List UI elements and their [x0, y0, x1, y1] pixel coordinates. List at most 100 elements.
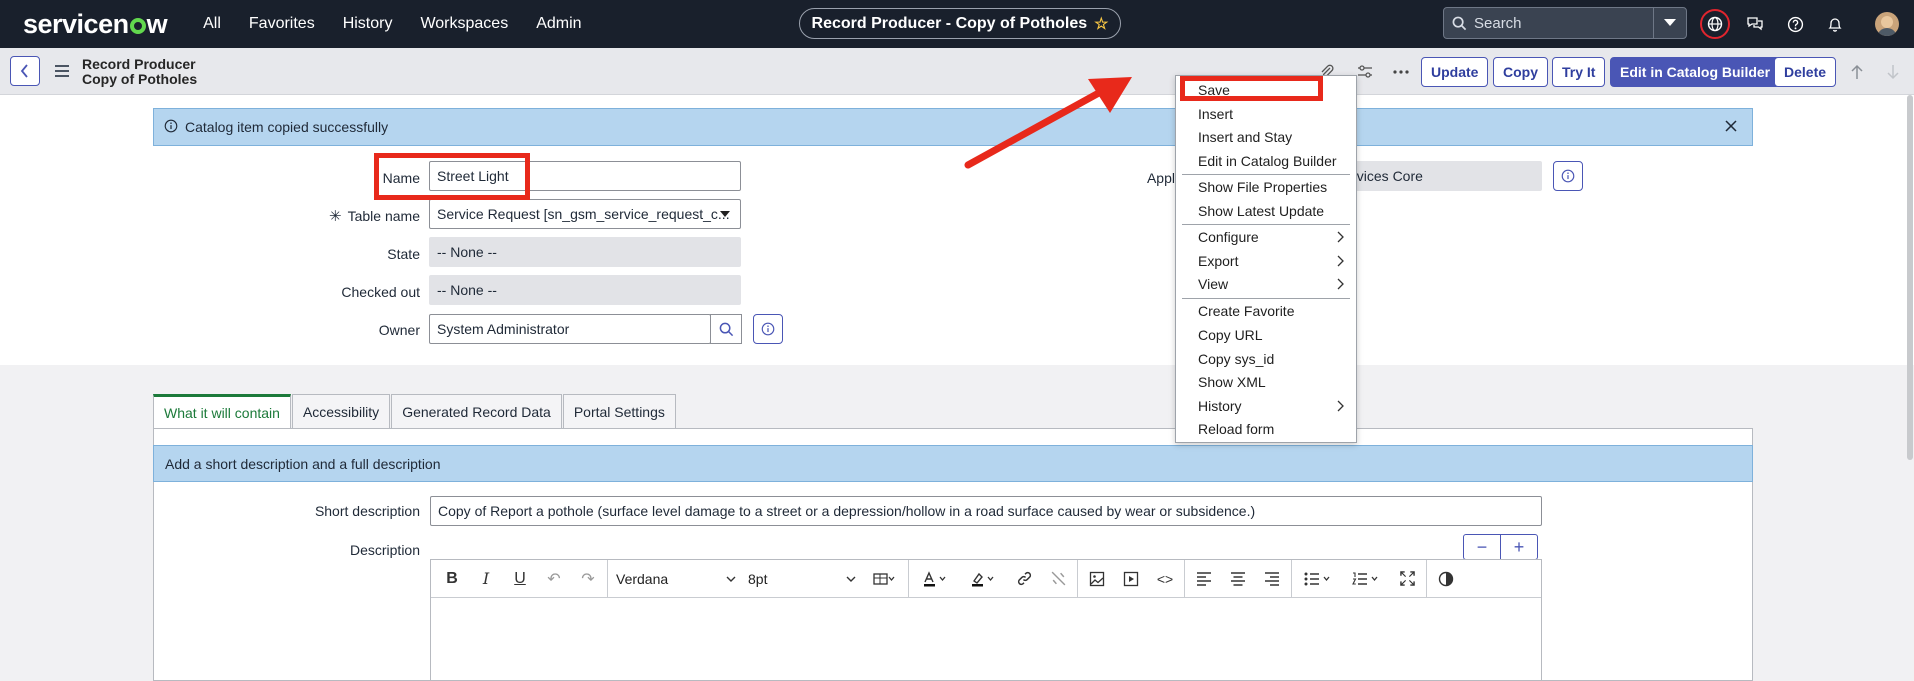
font-size-select[interactable]: 8pt	[742, 571, 862, 587]
owner-lookup-button[interactable]	[710, 314, 742, 344]
try-it-button[interactable]: Try It	[1552, 57, 1606, 87]
record-title: Record Producer - Copy of Potholes	[811, 14, 1088, 32]
align-right-icon[interactable]	[1255, 564, 1289, 594]
owner-input[interactable]: System Administrator	[429, 314, 711, 344]
font-family-select[interactable]: Verdana	[610, 571, 742, 587]
undo-icon[interactable]: ↶	[537, 564, 571, 594]
state-field: -- None --	[429, 237, 741, 267]
application-info-button[interactable]	[1553, 161, 1583, 191]
menu-item-insert-and-stay[interactable]: Insert and Stay	[1176, 126, 1356, 148]
nav-link-favorites[interactable]: Favorites	[235, 15, 329, 33]
insert-image-icon[interactable]	[1080, 564, 1114, 594]
info-icon	[761, 322, 775, 336]
description-editor[interactable]: B I U ↶ ↷ Verdana 8pt <>	[430, 559, 1542, 681]
update-button[interactable]: Update	[1421, 57, 1489, 87]
arrow-up-icon[interactable]	[1848, 63, 1866, 81]
tab-portal-settings[interactable]: Portal Settings	[562, 394, 676, 428]
help-icon[interactable]	[1783, 12, 1807, 36]
menu-item-configure-label: Configure	[1198, 229, 1259, 245]
numbered-list-icon[interactable]	[1342, 564, 1390, 594]
star-icon[interactable]: ☆	[1094, 14, 1108, 34]
menu-item-show-xml[interactable]: Show XML	[1176, 371, 1356, 393]
menu-item-show-file-properties[interactable]: Show File Properties	[1176, 176, 1356, 198]
menu-item-insert[interactable]: Insert	[1176, 103, 1356, 125]
editor-toolbar: B I U ↶ ↷ Verdana 8pt <>	[431, 560, 1541, 598]
menu-item-history[interactable]: History	[1176, 395, 1356, 417]
unlink-icon[interactable]	[1041, 564, 1075, 594]
table-name-select[interactable]: Service Request [sn_gsm_service_request_…	[429, 199, 741, 229]
menu-item-create-favorite[interactable]: Create Favorite	[1176, 300, 1356, 322]
font-family-value: Verdana	[616, 570, 669, 587]
form-tabs: What it will contain Accessibility Gener…	[153, 394, 677, 429]
toolbar-separator	[607, 560, 608, 597]
vertical-scrollbar[interactable]	[1906, 95, 1914, 460]
menu-item-history-label: History	[1198, 398, 1242, 414]
form-menu-icon[interactable]	[55, 65, 69, 80]
table-name-label: ✳ Table name	[220, 207, 420, 225]
toolbar-separator	[908, 560, 909, 597]
nav-link-admin[interactable]: Admin	[522, 15, 595, 33]
avatar-shirt	[1877, 28, 1897, 36]
back-button[interactable]	[10, 56, 40, 86]
bold-icon[interactable]: B	[435, 564, 469, 594]
bell-icon[interactable]	[1823, 12, 1847, 36]
scrollbar-thumb[interactable]	[1907, 95, 1913, 460]
zoom-out-button[interactable]: −	[1464, 535, 1500, 559]
insert-video-icon[interactable]	[1114, 564, 1148, 594]
servicenow-logo[interactable]: servicen w	[23, 9, 168, 40]
info-icon	[1561, 169, 1575, 183]
align-left-icon[interactable]	[1187, 564, 1221, 594]
align-center-icon[interactable]	[1221, 564, 1255, 594]
more-options-icon[interactable]	[1392, 63, 1410, 81]
menu-item-view[interactable]: View	[1176, 273, 1356, 295]
link-icon[interactable]	[1007, 564, 1041, 594]
menu-item-export[interactable]: Export	[1176, 250, 1356, 272]
search-scope-dropdown[interactable]	[1653, 8, 1686, 38]
table-icon[interactable]	[862, 564, 906, 594]
chat-icon[interactable]	[1743, 12, 1767, 36]
underline-icon[interactable]: U	[503, 564, 537, 594]
menu-item-copy-sys-id[interactable]: Copy sys_id	[1176, 348, 1356, 370]
globe-icon[interactable]	[1700, 9, 1730, 39]
source-code-icon[interactable]: <>	[1148, 564, 1182, 594]
tab-what-it-will-contain[interactable]: What it will contain	[153, 394, 291, 429]
nav-link-history[interactable]: History	[329, 15, 407, 33]
menu-separator	[1182, 174, 1350, 175]
contrast-icon[interactable]	[1429, 564, 1463, 594]
redo-icon[interactable]: ↷	[571, 564, 605, 594]
nav-link-all[interactable]: All	[189, 15, 235, 33]
chevron-right-icon	[1337, 231, 1344, 243]
annotation-highlight-name	[374, 153, 530, 200]
bullet-list-icon[interactable]	[1294, 564, 1342, 594]
user-avatar[interactable]	[1875, 12, 1899, 36]
settings-sliders-icon[interactable]	[1356, 63, 1374, 81]
menu-item-reload-form[interactable]: Reload form	[1176, 418, 1356, 440]
owner-info-button[interactable]	[753, 314, 783, 344]
fullscreen-icon[interactable]	[1390, 564, 1424, 594]
chevron-right-icon	[1337, 255, 1344, 267]
italic-icon[interactable]: I	[469, 564, 503, 594]
menu-item-copy-url[interactable]: Copy URL	[1176, 324, 1356, 346]
menu-item-edit-in-catalog-builder[interactable]: Edit in Catalog Builder	[1176, 150, 1356, 172]
text-color-icon[interactable]	[911, 564, 959, 594]
menu-item-show-latest-update[interactable]: Show Latest Update	[1176, 200, 1356, 222]
delete-button[interactable]: Delete	[1774, 57, 1837, 87]
record-title-pill[interactable]: Record Producer - Copy of Potholes ☆	[799, 8, 1121, 39]
edit-in-catalog-builder-button[interactable]: Edit in Catalog Builder	[1610, 57, 1781, 87]
arrow-down-icon[interactable]	[1884, 63, 1902, 81]
success-banner: Catalog item copied successfully	[153, 108, 1753, 146]
table-name-value: Service Request [sn_gsm_service_request_…	[437, 206, 730, 222]
search-input[interactable]: Search	[1474, 15, 1653, 32]
tab-accessibility[interactable]: Accessibility	[291, 394, 391, 428]
highlight-color-icon[interactable]	[959, 564, 1007, 594]
copy-button[interactable]: Copy	[1493, 57, 1548, 87]
menu-item-export-label: Export	[1198, 253, 1239, 269]
zoom-in-button[interactable]: +	[1500, 535, 1537, 559]
menu-item-configure[interactable]: Configure	[1176, 226, 1356, 248]
tab-generated-record-data[interactable]: Generated Record Data	[391, 394, 562, 428]
nav-link-workspaces[interactable]: Workspaces	[406, 15, 522, 33]
short-description-input[interactable]: Copy of Report a pothole (surface level …	[430, 496, 1542, 526]
close-icon[interactable]	[1725, 119, 1737, 135]
global-search[interactable]: Search	[1443, 7, 1687, 39]
avatar-face	[1881, 16, 1893, 28]
